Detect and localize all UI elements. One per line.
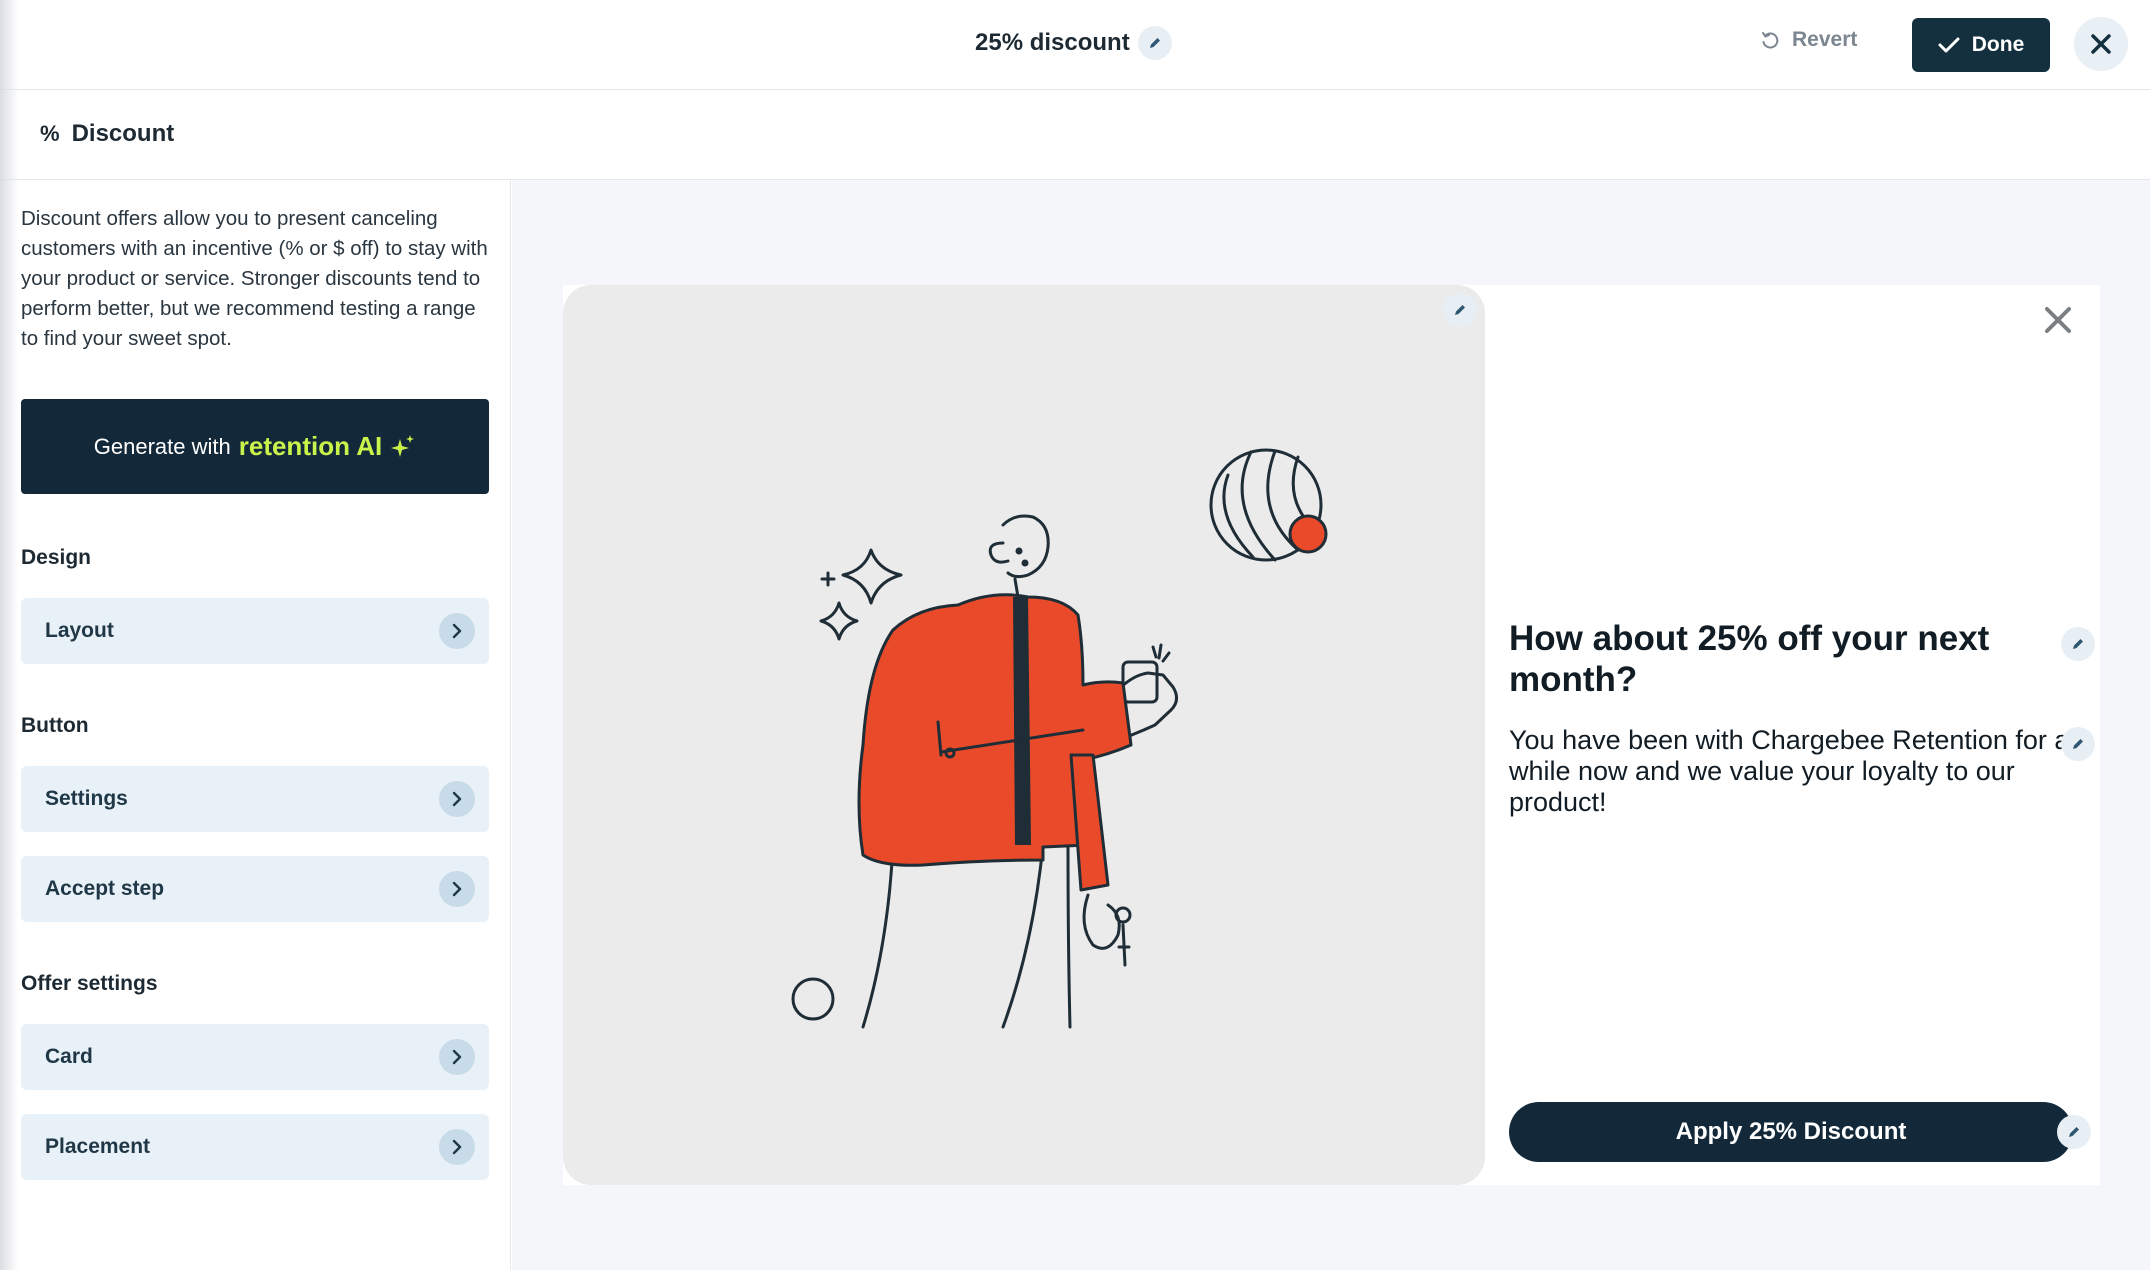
nav-item-accept-step[interactable]: Accept step bbox=[21, 856, 489, 922]
done-button[interactable]: Done bbox=[1912, 18, 2050, 72]
offer-title-group: 25% discount bbox=[975, 26, 1172, 60]
nav-item-label: Settings bbox=[45, 787, 128, 810]
offer-name-title: 25% discount bbox=[975, 29, 1130, 56]
edit-headline-button[interactable] bbox=[2061, 627, 2095, 661]
offer-settings-group-label: Offer settings bbox=[21, 972, 158, 995]
nav-item-label: Accept step bbox=[45, 877, 165, 900]
section-title: % Discount bbox=[40, 120, 174, 148]
nav-item-card[interactable]: Card bbox=[21, 1024, 489, 1090]
close-editor-button[interactable] bbox=[2074, 17, 2128, 71]
offer-image-panel[interactable] bbox=[563, 285, 1485, 1185]
button-group-label: Button bbox=[21, 714, 89, 737]
offer-close-icon[interactable] bbox=[2043, 305, 2073, 340]
chevron-right-icon bbox=[439, 613, 475, 649]
section-title-label: Discount bbox=[71, 120, 175, 147]
top-bar: 25% discount Revert Done bbox=[0, 0, 2150, 90]
nav-item-label: Card bbox=[45, 1045, 93, 1068]
revert-label: Revert bbox=[1792, 28, 1858, 51]
pencil-icon bbox=[1149, 38, 1160, 48]
nav-item-placement[interactable]: Placement bbox=[21, 1114, 489, 1180]
apply-discount-button[interactable]: Apply 25% Discount bbox=[1509, 1102, 2073, 1162]
edit-button-label-button[interactable] bbox=[2057, 1115, 2091, 1149]
generate-with-ai-button[interactable]: Generate with retention AI bbox=[21, 399, 489, 494]
apply-discount-label: Apply 25% Discount bbox=[1675, 1118, 1907, 1145]
offer-headline[interactable]: How about 25% off your next month? bbox=[1509, 618, 2029, 700]
chevron-right-icon bbox=[439, 1129, 475, 1165]
nav-item-settings[interactable]: Settings bbox=[21, 766, 489, 832]
pencil-icon bbox=[2069, 1127, 2079, 1137]
edit-body-button[interactable] bbox=[2061, 727, 2095, 761]
pencil-icon bbox=[2073, 639, 2083, 649]
revert-button[interactable]: Revert bbox=[1760, 28, 1857, 52]
checkmark-icon bbox=[1938, 37, 1960, 53]
chevron-right-icon bbox=[439, 1039, 475, 1075]
close-icon bbox=[2091, 34, 2111, 54]
section-header: % Discount bbox=[0, 90, 2150, 180]
offer-description: Discount offers allow you to present can… bbox=[21, 207, 488, 350]
retention-ai-brand: retention AI bbox=[238, 431, 383, 461]
person-holding-phone-illustration bbox=[791, 448, 1328, 1029]
design-group-label: Design bbox=[21, 546, 92, 569]
chevron-right-icon bbox=[439, 871, 475, 907]
settings-sidebar: Discount offers allow you to present can… bbox=[0, 180, 511, 1270]
undo-icon bbox=[1762, 32, 1779, 49]
offer-body-text[interactable]: You have been with Chargebee Retention f… bbox=[1509, 725, 2079, 818]
edit-image-button[interactable] bbox=[1443, 293, 1477, 327]
pencil-icon bbox=[1455, 305, 1465, 315]
nav-item-label: Layout bbox=[45, 619, 114, 642]
done-label: Done bbox=[1971, 33, 2025, 56]
offer-preview-card: How about 25% off your next month? You h… bbox=[563, 285, 2100, 1185]
sparkle-icon bbox=[391, 434, 415, 457]
pencil-icon bbox=[2073, 739, 2083, 749]
chevron-right-icon bbox=[439, 781, 475, 817]
nav-item-layout[interactable]: Layout bbox=[21, 598, 489, 664]
edit-title-button[interactable] bbox=[1137, 26, 1172, 60]
nav-item-label: Placement bbox=[45, 1135, 151, 1158]
percent-icon: % bbox=[40, 121, 60, 146]
generate-label: Generate with bbox=[93, 433, 231, 459]
